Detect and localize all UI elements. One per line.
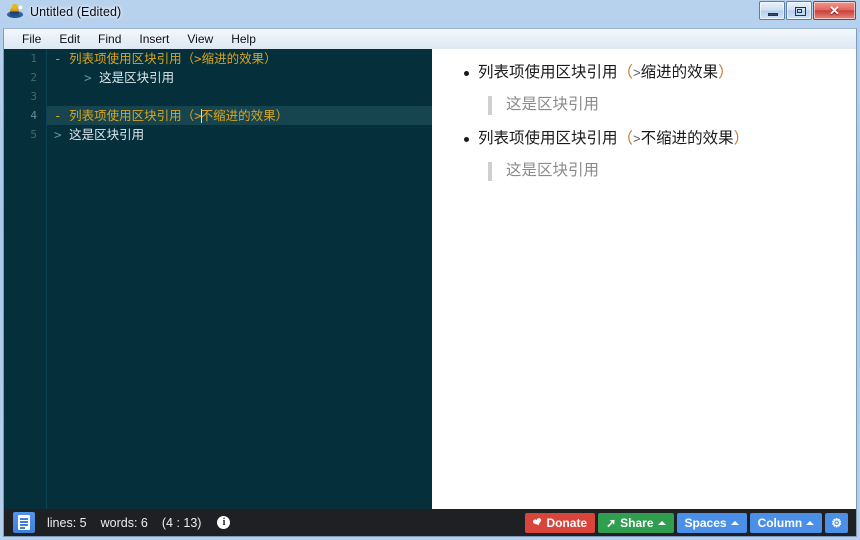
- preview-list-item: 列表项使用区块引用（>不缩进的效果）: [432, 129, 856, 149]
- list-marker-token: -: [54, 108, 70, 123]
- status-bar-left: lines: 5 words: 6 (4 : 13) i: [4, 512, 525, 533]
- spaces-button[interactable]: Spaces: [676, 512, 747, 533]
- gear-icon: ⚙: [831, 515, 842, 530]
- line-number: 3: [30, 90, 37, 103]
- preview-paren-text: 缩进的效果: [640, 64, 719, 81]
- column-button[interactable]: Column: [749, 512, 823, 533]
- preview-paren-close: ）: [733, 130, 750, 147]
- share-label: Share: [620, 515, 654, 530]
- menu-item-insert[interactable]: Insert: [130, 30, 178, 48]
- preview-blockquote-text: 这是区块引用: [506, 162, 600, 179]
- document-icon[interactable]: [13, 512, 35, 533]
- application-window: Untitled (Edited) ✕ File Edit Find Inser…: [0, 0, 860, 540]
- preview-paren-text: 不缩进的效果: [640, 130, 734, 147]
- minimize-button[interactable]: [759, 1, 785, 20]
- line-text: 列表项使用区块引用（>缩进的效果）: [69, 51, 277, 66]
- arrow-icon: ➚: [606, 515, 617, 530]
- preview-item-text: 列表项使用区块引用: [478, 130, 618, 147]
- share-button[interactable]: ➚ Share: [598, 512, 674, 533]
- cursor-position: (4 : 13): [161, 515, 202, 530]
- line-number: 4: [30, 109, 37, 122]
- editor-line[interactable]: > 这是区块引用: [47, 68, 432, 87]
- window-title: Untitled (Edited): [30, 5, 122, 19]
- settings-button[interactable]: ⚙: [825, 512, 848, 533]
- window-controls: ✕: [759, 1, 856, 20]
- line-number: 2: [30, 71, 37, 84]
- menu-item-help[interactable]: Help: [222, 30, 265, 48]
- bullet-icon: [464, 71, 469, 76]
- line-text: 这是区块引用: [69, 127, 145, 142]
- editor-line[interactable]: [47, 87, 432, 106]
- status-bar-actions: ❤ Donate ➚ Share Spaces Column ⚙: [525, 512, 856, 533]
- preview-paren-open: （: [617, 130, 634, 147]
- status-bar: lines: 5 words: 6 (4 : 13) i ❤ Donate ➚ …: [3, 509, 857, 537]
- words-count: words: 6: [100, 515, 148, 530]
- preview-blockquote: 这是区块引用: [488, 95, 856, 115]
- preview-blockquote: 这是区块引用: [488, 161, 856, 181]
- line-text-before-caret: 列表项使用区块引用（>: [69, 108, 202, 123]
- line-text-after-caret: 不缩进的效果）: [200, 108, 289, 123]
- markdown-preview-pane[interactable]: 列表项使用区块引用（>缩进的效果） 这是区块引用 列表项使用区块引用（>不缩进的…: [432, 49, 856, 509]
- status-bar-stats: lines: 5 words: 6 (4 : 13) i: [47, 515, 231, 530]
- preview-item-text: 列表项使用区块引用: [478, 64, 618, 81]
- menu-item-edit[interactable]: Edit: [50, 30, 89, 48]
- editor-line[interactable]: - 列表项使用区块引用（>缩进的效果）: [47, 49, 432, 68]
- chevron-up-icon: [806, 520, 815, 525]
- donate-label: Donate: [546, 515, 588, 530]
- preview-paren-open: （: [617, 64, 634, 81]
- menu-item-find[interactable]: Find: [89, 30, 130, 48]
- spaces-label: Spaces: [684, 515, 727, 530]
- quote-marker-token: >: [54, 70, 100, 85]
- leaf-icon: ❤: [531, 515, 545, 531]
- preview-gt-sign: >: [633, 131, 641, 146]
- close-button[interactable]: ✕: [813, 1, 856, 20]
- column-label: Column: [757, 515, 803, 530]
- editor-line-active[interactable]: - 列表项使用区块引用（>不缩进的效果）: [47, 106, 432, 125]
- line-number-gutter: 1 2 3 4 5: [4, 49, 47, 509]
- title-bar[interactable]: Untitled (Edited) ✕: [0, 0, 860, 28]
- code-area[interactable]: - 列表项使用区块引用（>缩进的效果） > 这是区块引用 - 列表项使用区块引用…: [47, 49, 432, 509]
- close-icon: ✕: [829, 3, 840, 18]
- line-number: 1: [30, 52, 37, 65]
- menu-bar: File Edit Find Insert View Help: [3, 28, 857, 49]
- donate-button[interactable]: ❤ Donate: [525, 512, 596, 533]
- bug-icon: [7, 4, 23, 20]
- list-marker-token: -: [54, 51, 70, 66]
- markdown-editor-pane[interactable]: 1 2 3 4 5 - 列表项使用区块引用（>缩进的效果） > 这是区块引用 -…: [4, 49, 432, 509]
- menu-item-view[interactable]: View: [178, 30, 222, 48]
- preview-paren-close: ）: [718, 64, 734, 81]
- minimize-icon: [768, 13, 778, 16]
- blockquote-bar: [488, 96, 492, 115]
- chevron-up-icon: [657, 520, 666, 525]
- info-icon[interactable]: i: [217, 516, 231, 529]
- line-number: 5: [30, 128, 37, 141]
- blockquote-bar: [488, 162, 492, 181]
- editor-line[interactable]: > 这是区块引用: [47, 125, 432, 144]
- bullet-icon: [464, 137, 469, 142]
- quote-marker-token: >: [54, 127, 70, 142]
- title-bar-left: Untitled (Edited): [7, 4, 121, 20]
- preview-list-item: 列表项使用区块引用（>缩进的效果）: [432, 63, 856, 83]
- main-content: 1 2 3 4 5 - 列表项使用区块引用（>缩进的效果） > 这是区块引用 -…: [3, 49, 857, 509]
- chevron-up-icon: [730, 520, 739, 525]
- preview-gt-sign: >: [633, 65, 641, 80]
- lines-count: lines: 5: [47, 515, 87, 530]
- menu-item-file[interactable]: File: [13, 30, 50, 48]
- line-text: 这是区块引用: [99, 70, 175, 85]
- maximize-button[interactable]: [786, 1, 812, 20]
- preview-blockquote-text: 这是区块引用: [506, 96, 600, 113]
